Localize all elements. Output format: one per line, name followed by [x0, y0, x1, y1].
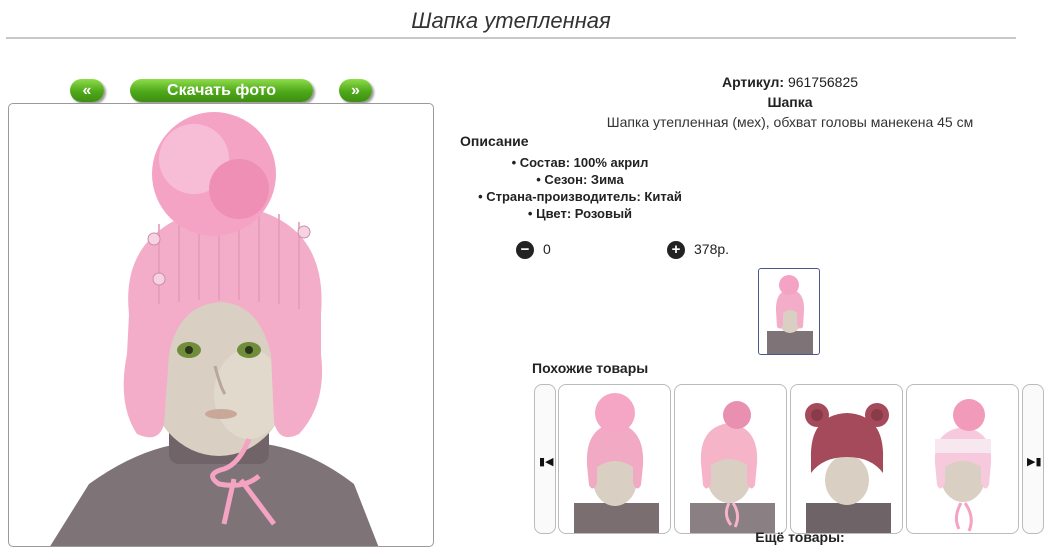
similar-product-card[interactable] — [906, 384, 1019, 534]
similar-products-heading: Похожие товары — [532, 360, 649, 376]
similar-product-image — [574, 393, 659, 533]
price-value: 378р. — [694, 241, 730, 257]
product-image — [50, 112, 379, 546]
article-label: Артикул: — [721, 74, 785, 90]
skip-forward-icon: ▶▮ — [1027, 456, 1042, 468]
product-description: Шапка утепленная (мех), обхват головы ма… — [606, 114, 974, 130]
article-row: Артикул: 961756825 — [460, 74, 1059, 90]
attribute-item: • Цвет: Розовый — [527, 206, 633, 221]
attribute-item: • Состав: 100% акрил — [511, 155, 649, 170]
similar-product-image — [690, 401, 775, 533]
minus-circle-icon[interactable]: − — [516, 241, 534, 260]
description-heading: Описание — [460, 133, 529, 149]
slider-next-button[interactable]: ▶▮ — [1022, 384, 1044, 534]
quantity-control: −0 — [516, 240, 551, 260]
article-value: 961756825 — [787, 74, 859, 90]
more-products-heading: Ещё товары: — [755, 529, 845, 545]
similar-product-card[interactable] — [674, 384, 787, 534]
similar-product-image — [922, 399, 1007, 533]
photo-thumbnail[interactable] — [758, 268, 820, 355]
similar-product-image — [805, 403, 891, 533]
similar-product-card[interactable] — [790, 384, 903, 534]
page-title: Шапка утепленная — [411, 8, 611, 33]
similar-product-card[interactable] — [558, 384, 671, 534]
skip-back-icon: ▮◀ — [539, 456, 554, 468]
attribute-list: • Состав: 100% акрил • Сезон: Зима • Стр… — [460, 154, 700, 222]
quantity-value: 0 — [543, 241, 551, 257]
title-divider — [6, 37, 1016, 39]
attribute-item: • Сезон: Зима — [536, 172, 624, 187]
attribute-item: • Страна-производитель: Китай — [478, 189, 682, 204]
prev-photo-button[interactable]: « — [70, 79, 104, 102]
next-photo-button[interactable]: » — [339, 79, 372, 102]
thumbnail-image — [767, 275, 813, 354]
product-photo[interactable] — [8, 103, 434, 547]
product-category: Шапка — [767, 94, 813, 110]
slider-prev-button[interactable]: ▮◀ — [534, 384, 556, 534]
download-photo-button[interactable]: Скачать фото — [130, 79, 313, 102]
price-control: +378р. — [667, 240, 730, 260]
plus-circle-icon[interactable]: + — [667, 241, 685, 260]
